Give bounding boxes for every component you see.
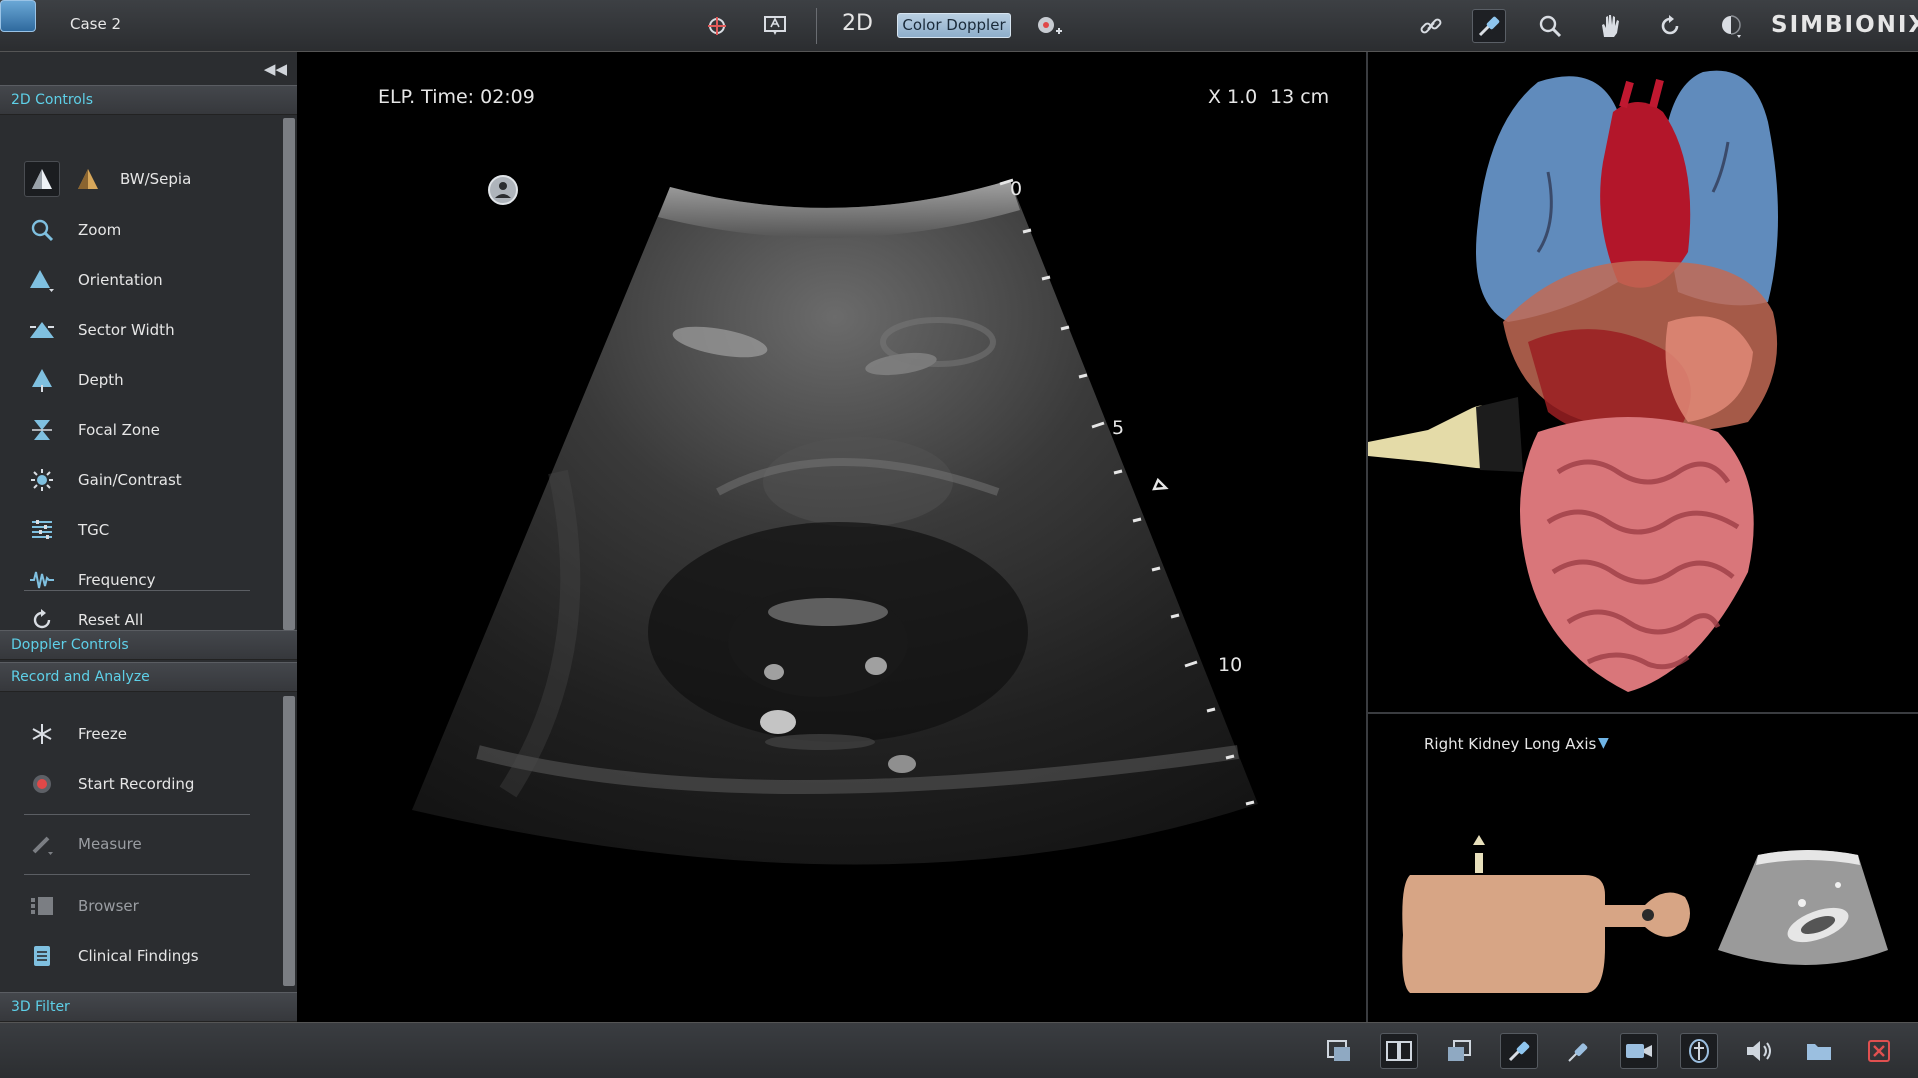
doppler-settings-icon[interactable] [1032, 9, 1066, 43]
single-view-icon[interactable] [1320, 1033, 1358, 1069]
clinical-findings-icon [24, 938, 60, 974]
rotate-icon[interactable] [1653, 9, 1687, 43]
close-icon[interactable] [1860, 1033, 1898, 1069]
chevron-down-icon[interactable]: ▼ [1598, 735, 1609, 751]
scrollbar-2d-controls[interactable] [283, 118, 295, 630]
toolbar-divider [816, 8, 817, 44]
menu-item-label: Gain/Contrast [78, 471, 182, 489]
depth-readout: 13 cm [1270, 86, 1330, 108]
sector-width-icon [24, 312, 60, 348]
focal-zone-icon [24, 412, 60, 448]
menu-item-label: Reset All [78, 611, 144, 629]
menu-separator [24, 814, 250, 815]
bottom-toolbar [0, 1022, 1918, 1078]
case-title: Case 2 [70, 15, 122, 33]
top-toolbar: Case 2 2D Color Doppler SIMBIONIX [0, 0, 1918, 52]
menu-item-label: Start Recording [78, 775, 195, 793]
scrollbar-record-analyze[interactable] [283, 696, 295, 986]
tgc-icon [24, 512, 60, 548]
link-icon[interactable] [1414, 9, 1448, 43]
menu-item-freeze[interactable]: Freeze [24, 714, 264, 754]
menu-item-orientation[interactable]: Orientation [24, 260, 264, 300]
collapse-panel-icon[interactable]: ◀◀ [264, 60, 287, 78]
transparency-icon[interactable] [1714, 9, 1748, 43]
mannequin-torso [1402, 835, 1690, 993]
depth-scale-label: 5 [1112, 417, 1125, 439]
freeze-icon [24, 716, 60, 752]
probe-icon[interactable] [1472, 9, 1506, 43]
left-control-panel: ◀◀ 2D Controls BW/Sepia Zoom Orientation… [0, 52, 297, 1022]
depth-scale-label: 0 [1010, 178, 1023, 200]
section-record-analyze[interactable]: Record and Analyze [0, 662, 297, 692]
app-icon[interactable] [0, 0, 36, 32]
browser-icon [24, 888, 60, 924]
menu-item-label: Orientation [78, 271, 163, 289]
orientation-icon [24, 262, 60, 298]
ultrasound-view[interactable]: ELP. Time: 02:09 X 1.0 13 cm 0 5 10 [298, 52, 1367, 1022]
panel-divider [1368, 712, 1918, 714]
folder-icon[interactable] [1800, 1033, 1838, 1069]
menu-item-label: Clinical Findings [78, 947, 199, 965]
menu-item-start-recording[interactable]: Start Recording [24, 764, 264, 804]
menu-item-label: Measure [78, 835, 142, 853]
sepia-icon[interactable] [70, 161, 106, 197]
anatomy-icon[interactable] [1680, 1033, 1718, 1069]
measure-icon [24, 826, 60, 862]
menu-item-label: Depth [78, 371, 124, 389]
menu-separator [24, 874, 250, 875]
volume-icon[interactable] [1740, 1033, 1778, 1069]
menu-item-focal-zone[interactable]: Focal Zone [24, 410, 264, 450]
color-doppler-button[interactable]: Color Doppler [897, 13, 1011, 38]
dual-view-icon[interactable] [1380, 1033, 1418, 1069]
menu-item-label: Focal Zone [78, 421, 160, 439]
needle-icon[interactable] [1560, 1033, 1598, 1069]
multi-probe-icon[interactable] [700, 9, 734, 43]
elapsed-time: ELP. Time: 02:09 [378, 86, 535, 108]
menu-item-sector-width[interactable]: Sector Width [24, 310, 264, 350]
probe-view-icon[interactable] [1500, 1033, 1538, 1069]
menu-item-frequency[interactable]: Frequency [24, 560, 264, 600]
menu-item-label: Freeze [78, 725, 127, 743]
ultrasound-thumbnail [1718, 850, 1888, 965]
menu-item-label: TGC [78, 521, 110, 539]
section-3d-filter[interactable]: 3D Filter [0, 992, 297, 1022]
gain-contrast-icon [24, 462, 60, 498]
menu-item-browser[interactable]: Browser [24, 886, 264, 926]
menu-item-bw-sepia[interactable]: BW/Sepia [24, 159, 264, 199]
depth-scale-label: 10 [1218, 654, 1243, 676]
zoom-icon[interactable] [1533, 9, 1567, 43]
camera-icon[interactable] [1620, 1033, 1658, 1069]
zoom-readout: X 1.0 [1208, 86, 1258, 108]
depth-icon [24, 362, 60, 398]
overlay-view-icon[interactable] [1440, 1033, 1478, 1069]
menu-item-clinical-findings[interactable]: Clinical Findings [24, 936, 264, 976]
zoom-icon [24, 212, 60, 248]
menu-item-tgc[interactable]: TGC [24, 510, 264, 550]
mode-2d-button[interactable]: 2D [842, 11, 873, 36]
menu-item-gain-contrast[interactable]: Gain/Contrast [24, 460, 264, 500]
menu-item-label: Browser [78, 897, 139, 915]
menu-item-label: BW/Sepia [120, 170, 192, 188]
menu-item-measure[interactable]: Measure [24, 824, 264, 864]
menu-separator [24, 590, 250, 591]
menu-item-zoom[interactable]: Zoom [24, 210, 264, 250]
bw-icon[interactable] [24, 161, 60, 197]
section-doppler-controls[interactable]: Doppler Controls [0, 630, 297, 660]
frequency-icon [24, 562, 60, 598]
record-icon [24, 766, 60, 802]
pan-icon[interactable] [1593, 9, 1627, 43]
anatomy-model [1368, 70, 1778, 692]
ultrasound-image [412, 175, 1258, 865]
menu-item-label: Zoom [78, 221, 122, 239]
menu-item-label: Frequency [78, 571, 156, 589]
menu-item-depth[interactable]: Depth [24, 360, 264, 400]
view-selector-label[interactable]: Right Kidney Long Axis [1424, 735, 1596, 753]
section-2d-controls[interactable]: 2D Controls [0, 85, 297, 115]
brand-logo: SIMBIONIX [1771, 12, 1918, 38]
anatomy-3d-view[interactable] [1368, 52, 1918, 712]
annotation-icon[interactable] [758, 9, 792, 43]
menu-item-label: Sector Width [78, 321, 175, 339]
